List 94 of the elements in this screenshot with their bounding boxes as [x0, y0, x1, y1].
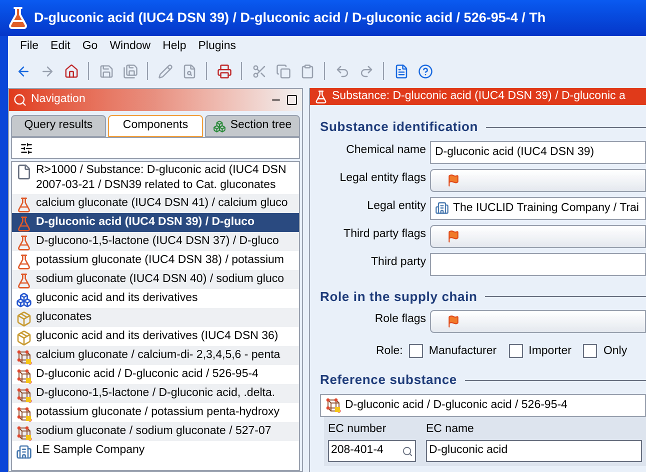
item-text: R>1000 / Substance: D-gluconic acid (IUC4 DSN — [36, 163, 286, 178]
home-icon[interactable] — [62, 62, 80, 80]
ec-name-field[interactable]: D-gluconic acid — [426, 440, 642, 462]
entity-field[interactable]: The IUCLID Training Company / Trai — [430, 196, 646, 220]
checkbox-label: Manufacturer — [428, 344, 497, 359]
box-icon — [16, 311, 32, 327]
field-label: Role flags — [374, 312, 426, 328]
item-text: gluconates — [36, 310, 92, 325]
item-text: 2007-03-21 / DSN39 related to Cat. gluconates — [36, 178, 277, 193]
text-field[interactable]: D-gluconic acid (IUC4 DSN 39) — [430, 140, 646, 164]
flag-icon — [447, 230, 460, 243]
item-text: potassium gluconate (IUC4 DSN 38) / potassium — [36, 253, 284, 268]
molecule-icon — [16, 368, 32, 384]
menu-item[interactable]: File — [14, 38, 45, 56]
stack-icon — [213, 120, 226, 132]
molecule-icon — [16, 349, 32, 365]
item-text: gluconic acid and its derivatives — [36, 291, 198, 306]
flask-icon — [16, 216, 32, 232]
flask-icon — [16, 273, 32, 289]
search-icon[interactable] — [402, 446, 413, 456]
filter-icon[interactable] — [20, 142, 33, 154]
list-item[interactable]: D-glucono-1,5-lactone / D-gluconic acid, .delta. — [12, 384, 299, 403]
flags-field[interactable] — [430, 224, 646, 248]
menu-item[interactable]: Edit — [44, 38, 76, 56]
cubes-icon — [16, 292, 32, 308]
section-heading: Reference substance — [320, 371, 457, 390]
flag-icon — [447, 315, 460, 328]
item-text: D-gluconic acid / D-gluconic acid / 526-95-4 — [36, 367, 258, 382]
tab[interactable]: Query results — [11, 115, 106, 137]
list-item[interactable]: calcium gluconate / calcium-di- 2,3,4,5,6 - penta — [12, 346, 299, 365]
list-item[interactable]: D-glucono-1,5-lactone (IUC4 DSN 37) / D-gluco — [12, 232, 299, 251]
molecule-icon — [325, 397, 341, 414]
item-text: D-glucono-1,5-lactone / D-gluconic acid, .delta. — [36, 386, 276, 401]
item-text: sodium gluconate (IUC4 DSN 40) / sodium gluco — [36, 272, 284, 287]
molecule-icon — [16, 425, 32, 441]
app-icon — [6, 6, 30, 30]
flag-icon — [447, 174, 460, 187]
flags-field[interactable] — [430, 168, 646, 192]
ec-number-field[interactable]: 208-401-4 — [328, 440, 416, 462]
list-item[interactable]: sodium gluconate (IUC4 DSN 40) / sodium gluco — [12, 270, 299, 289]
role-label: Role: — [376, 344, 403, 359]
field-label: Legal entity flags — [338, 170, 426, 186]
tab[interactable]: Section tree — [205, 115, 300, 137]
field-label: Legal entity — [366, 198, 426, 214]
menu-item[interactable]: Plugins — [192, 38, 242, 56]
checkbox[interactable] — [408, 344, 423, 358]
flask-icon — [314, 90, 328, 104]
molecule-icon — [16, 387, 32, 403]
list-item[interactable]: gluconates — [12, 308, 299, 327]
section-heading: Role in the supply chain — [320, 288, 478, 306]
box-icon — [16, 330, 32, 346]
building-icon — [16, 444, 32, 460]
flask-icon — [16, 235, 32, 251]
item-text: calcium gluconate (IUC4 DSN 41) / calcium gluco — [36, 196, 288, 211]
item-text: sodium gluconate / sodium gluconate / 527-07 — [36, 424, 272, 439]
checkbox-label: Only — [603, 344, 628, 359]
molecule-icon — [16, 406, 32, 422]
menu-item[interactable]: Help — [156, 38, 192, 56]
checkbox[interactable] — [583, 344, 598, 358]
field-label: EC number — [328, 422, 388, 437]
building-icon — [435, 201, 449, 216]
field-label: EC name — [426, 422, 475, 437]
item-text: calcium gluconate / calcium-di- 2,3,4,5,6 - penta — [36, 348, 280, 363]
flask-icon — [16, 197, 32, 213]
item-text: D-gluconic acid (IUC4 DSN 39) / D-gluco — [36, 215, 255, 230]
item-text: gluconic acid and its derivatives (IUC4 DSN 36) — [36, 329, 278, 344]
field-label: Chemical name — [345, 142, 426, 158]
menu-item[interactable]: Window — [104, 38, 157, 56]
item-text: potassium gluconate / potassium penta-hydroxy — [36, 405, 280, 420]
checkbox[interactable] — [508, 344, 523, 358]
flask-icon — [16, 254, 32, 270]
maximize-icon[interactable] — [286, 94, 298, 106]
panel-title: Substance: D-gluconic acid (IUC4 DSN 39) / D-gluconic a — [332, 89, 626, 104]
field-label: Third party flags — [342, 226, 426, 242]
list-item[interactable]: calcium gluconate (IUC4 DSN 41) / calcium gluco — [12, 194, 299, 213]
printer-icon[interactable] — [215, 62, 233, 80]
menu-item[interactable]: Go — [76, 38, 104, 56]
help-icon[interactable] — [416, 62, 434, 80]
list-item[interactable]: D-gluconic acid (IUC4 DSN 39) / D-gluco — [12, 213, 299, 232]
field-label: Third party — [370, 254, 426, 270]
item-text: LE Sample Company — [36, 443, 145, 458]
section-heading: Substance identification — [320, 118, 478, 136]
flags-field[interactable] — [430, 310, 646, 334]
reference-field[interactable]: D-gluconic acid / D-gluconic acid / 526-95-4 — [320, 394, 646, 417]
document-icon — [16, 164, 32, 180]
field-value: 208-401-4 — [331, 443, 384, 458]
list-item[interactable]: sodium gluconate / sodium gluconate / 527-07 — [12, 422, 299, 441]
checkbox-label: Importer — [528, 344, 572, 359]
search-icon — [13, 93, 27, 107]
window-title: D-gluconic acid (IUC4 DSN 39) / D-gluconic acid / D-gluconic acid / 526-95-4 / Th — [34, 8, 546, 27]
item-text: D-glucono-1,5-lactone (IUC4 DSN 37) / D-gluco — [36, 234, 279, 249]
panel-title: Navigation — [31, 92, 86, 108]
tab[interactable]: Components — [108, 115, 203, 137]
text-field[interactable] — [430, 252, 646, 276]
